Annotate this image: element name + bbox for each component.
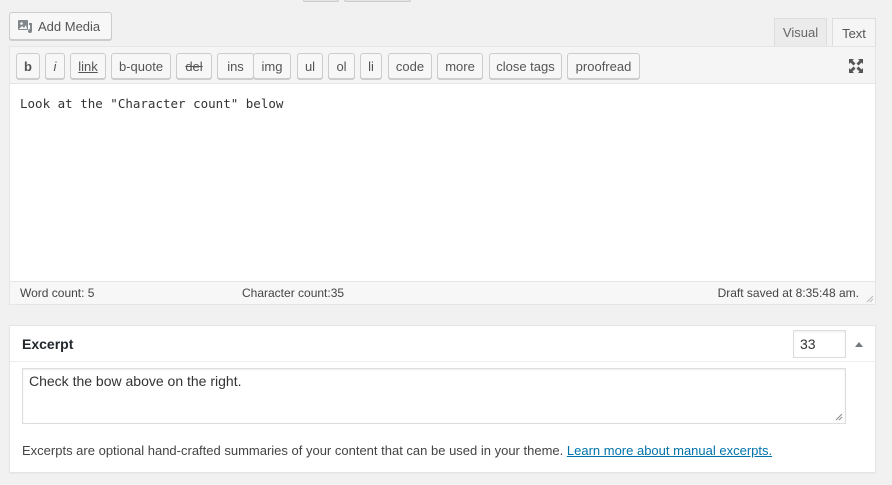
excerpt-panel: Excerpt 33 Check the bow above on the ri… (9, 325, 876, 473)
excerpt-textarea[interactable]: Check the bow above on the right. (22, 368, 846, 424)
quicktag-ol-button[interactable]: ol (328, 53, 355, 79)
excerpt-counter: 33 (793, 330, 846, 358)
draft-saved-status: Draft saved at 8:35:48 am. (717, 286, 859, 300)
add-media-button[interactable]: Add Media (9, 12, 112, 40)
top-partial-button-2[interactable] (344, 0, 411, 2)
fullscreen-icon[interactable] (847, 57, 865, 75)
quicktag-proofread-button[interactable]: proofread (567, 53, 640, 79)
editor-status-bar: Word count: 5 Character count:35 Draft s… (10, 281, 875, 304)
excerpt-text: Check the bow above on the right. (29, 373, 242, 389)
resize-handle-icon[interactable] (866, 295, 874, 303)
quicktags-toolbar: b i link b-quote del ins img ul ol li co… (10, 47, 875, 84)
word-count: Word count: 5 (20, 286, 95, 300)
resize-handle-icon[interactable] (835, 413, 843, 421)
quicktag-bold-button[interactable]: b (16, 53, 40, 79)
add-media-label: Add Media (38, 18, 101, 34)
quicktag-more-button[interactable]: more (437, 53, 483, 79)
quicktag-bquote-button[interactable]: b-quote (111, 53, 171, 79)
excerpt-description: Excerpts are optional hand-crafted summa… (22, 443, 772, 458)
excerpt-header[interactable]: Excerpt 33 (10, 326, 875, 362)
quicktag-del-button[interactable]: del (176, 53, 212, 79)
collapse-arrow-icon[interactable] (854, 340, 864, 348)
media-icon (18, 20, 32, 33)
editor-textarea[interactable]: Look at the "Character count" below (10, 84, 875, 281)
quicktag-code-button[interactable]: code (388, 53, 432, 79)
excerpt-description-text: Excerpts are optional hand-crafted summa… (22, 443, 564, 458)
quicktag-ins-button[interactable]: ins (217, 53, 254, 79)
character-count: Character count:35 (242, 286, 345, 300)
quicktag-italic-button[interactable]: i (45, 53, 65, 79)
tab-text[interactable]: Text (832, 18, 876, 47)
top-partial-button-1[interactable] (303, 0, 339, 2)
excerpt-title: Excerpt (22, 336, 74, 352)
quicktag-img-button[interactable]: img (253, 53, 291, 79)
tab-visual[interactable]: Visual (774, 18, 827, 46)
quicktag-li-button[interactable]: li (360, 53, 382, 79)
quicktag-close-tags-button[interactable]: close tags (489, 53, 562, 79)
quicktag-ul-button[interactable]: ul (297, 53, 323, 79)
post-editor: b i link b-quote del ins img ul ol li co… (9, 46, 876, 305)
quicktag-link-button[interactable]: link (70, 53, 106, 79)
learn-more-link[interactable]: Learn more about manual excerpts. (567, 443, 772, 458)
